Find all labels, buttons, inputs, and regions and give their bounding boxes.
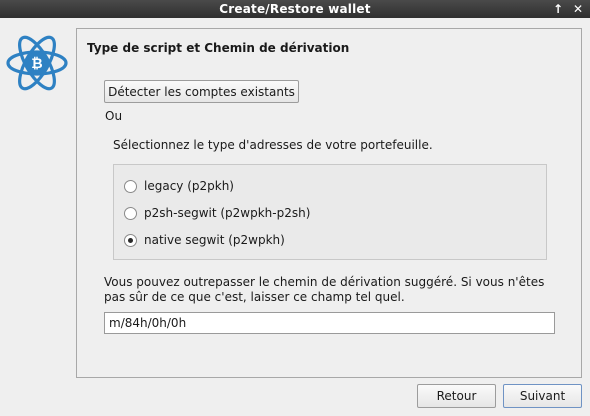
close-icon[interactable]: ✕ — [570, 1, 586, 17]
detect-accounts-button[interactable]: Détecter les comptes existants — [104, 80, 299, 103]
next-button[interactable]: Suivant — [503, 384, 582, 408]
wizard-panel: Type de script et Chemin de dérivation D… — [76, 28, 582, 378]
radio-label: legacy (p2pkh) — [144, 179, 234, 193]
address-type-prompt: Sélectionnez le type d'adresses de votre… — [113, 138, 433, 152]
radio-selected-dot — [128, 237, 133, 243]
radio-button[interactable] — [124, 233, 137, 247]
derivation-path-input[interactable] — [104, 312, 555, 334]
script-type-group: legacy (p2pkh) p2sh-segwit (p2wpkh-p2sh)… — [113, 164, 547, 260]
radio-button[interactable] — [124, 206, 137, 220]
back-button[interactable]: Retour — [417, 384, 496, 408]
window-title: Create/Restore wallet — [219, 2, 371, 16]
radio-native-segwit[interactable]: native segwit (p2wpkh) — [124, 231, 285, 249]
radio-label: native segwit (p2wpkh) — [144, 233, 285, 247]
title-bar: Create/Restore wallet ↑ ✕ — [0, 0, 590, 18]
radio-button[interactable] — [124, 179, 137, 193]
svg-text:₿: ₿ — [31, 56, 42, 72]
radio-label: p2sh-segwit (p2wpkh-p2sh) — [144, 206, 311, 220]
page-title: Type de script et Chemin de dérivation — [87, 41, 350, 55]
electrum-logo-icon: ₿ — [6, 35, 68, 91]
radio-p2sh-segwit[interactable]: p2sh-segwit (p2wpkh-p2sh) — [124, 204, 310, 222]
or-label: Ou — [105, 109, 123, 123]
radio-legacy[interactable]: legacy (p2pkh) — [124, 177, 234, 195]
pin-icon[interactable]: ↑ — [550, 1, 566, 17]
derivation-path-description: Vous pouvez outrepasser le chemin de dér… — [104, 275, 545, 304]
